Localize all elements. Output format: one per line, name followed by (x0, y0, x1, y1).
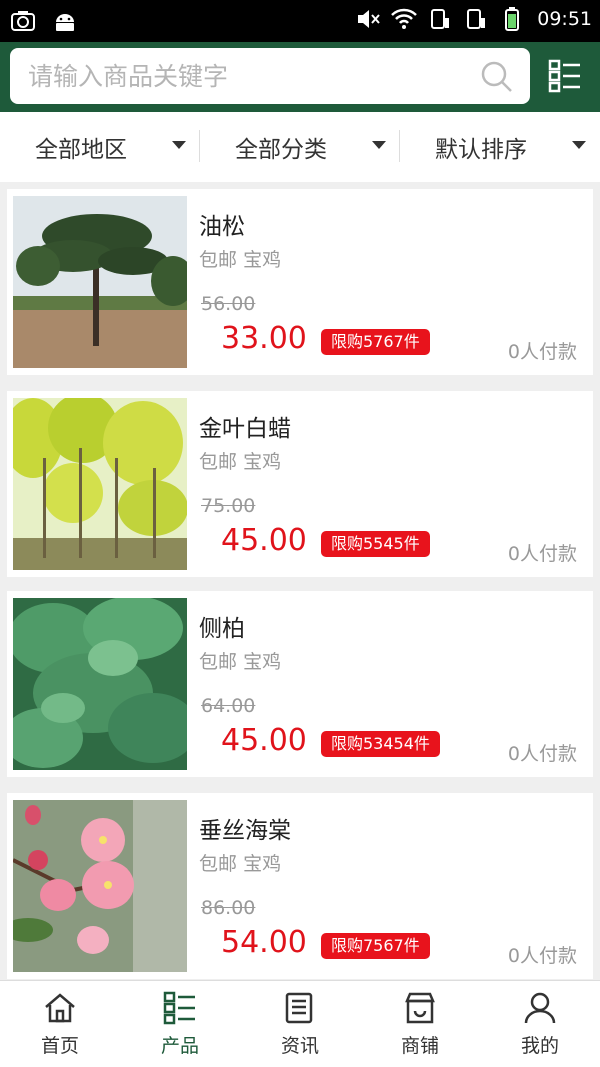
buyer-count: 0人付款 (507, 945, 577, 967)
product-name: 油松 (199, 214, 245, 240)
filter-category[interactable]: 全部分类 (200, 112, 400, 182)
product-card[interactable]: 侧柏 包邮 宝鸡 64.00 45.00 限购53454件 0人付款 (7, 591, 593, 777)
nav-store[interactable]: 商铺 (360, 981, 480, 1067)
product-meta: 包邮 宝鸡 (199, 447, 281, 474)
product-meta: 包邮 宝鸡 (199, 849, 281, 876)
product-image (13, 598, 187, 770)
purchase-limit-badge: 限购5767件 (321, 329, 430, 355)
top-header (0, 42, 600, 112)
nav-me-label: 我的 (520, 1035, 559, 1057)
filter-sort-label: 默认排序 (435, 137, 527, 163)
search-bar[interactable] (10, 48, 530, 104)
nav-me[interactable]: 我的 (480, 981, 600, 1067)
shipping-tag: 包邮 (199, 853, 238, 875)
search-icon[interactable] (480, 60, 514, 94)
product-image (13, 398, 187, 570)
sale-price: 54.00 (221, 925, 307, 960)
buyer-count: 0人付款 (507, 341, 577, 363)
android-icon (56, 14, 74, 31)
dropdown-caret-icon (372, 141, 386, 149)
filter-region[interactable]: 全部地区 (0, 112, 200, 182)
nav-products[interactable]: 产品 (120, 981, 240, 1067)
filter-bar: 全部地区 全部分类 默认排序 (0, 112, 600, 182)
category-menu-icon[interactable] (548, 58, 582, 94)
bottom-nav: 首页 产品 资讯 商铺 我的 (0, 980, 600, 1067)
product-meta: 包邮 宝鸡 (199, 245, 281, 272)
original-price: 56.00 (201, 293, 256, 315)
shipping-tag: 包邮 (199, 249, 238, 271)
sale-price: 45.00 (221, 723, 307, 758)
dropdown-caret-icon (172, 141, 186, 149)
product-list-icon (163, 991, 195, 1025)
product-card[interactable]: 垂丝海棠 包邮 宝鸡 86.00 54.00 限购7567件 0人付款 (7, 793, 593, 979)
store-icon (405, 992, 435, 1024)
dropdown-caret-icon (572, 141, 586, 149)
status-bar: 09:51 (0, 0, 600, 42)
product-image (13, 196, 187, 368)
sim2-signal-icon (467, 9, 486, 29)
filter-category-label: 全部分类 (235, 137, 327, 163)
original-price: 64.00 (201, 695, 256, 717)
purchase-limit-badge: 限购53454件 (321, 731, 440, 757)
nav-home-label: 首页 (40, 1035, 79, 1057)
purchase-limit-badge: 限购7567件 (321, 933, 430, 959)
filter-sort[interactable]: 默认排序 (400, 112, 600, 182)
sale-price: 33.00 (221, 321, 307, 356)
filter-region-label: 全部地区 (35, 137, 127, 163)
product-name: 金叶白蜡 (199, 416, 291, 442)
nav-home[interactable]: 首页 (0, 981, 120, 1067)
original-price: 75.00 (201, 495, 256, 517)
nav-news-label: 资讯 (280, 1035, 319, 1057)
home-icon (45, 993, 75, 1023)
product-name: 侧柏 (199, 616, 245, 642)
user-icon (524, 992, 556, 1024)
wifi-icon (391, 8, 418, 29)
mute-icon (358, 10, 380, 28)
battery-icon (505, 7, 520, 31)
product-image (13, 800, 187, 972)
city-tag: 宝鸡 (243, 853, 282, 875)
buyer-count: 0人付款 (507, 543, 577, 565)
product-name: 垂丝海棠 (199, 818, 291, 844)
sim1-signal-icon (431, 9, 450, 29)
product-meta: 包邮 宝鸡 (199, 647, 281, 674)
city-tag: 宝鸡 (243, 249, 282, 271)
clock: 09:51 (537, 8, 592, 30)
nav-products-label: 产品 (160, 1035, 199, 1057)
city-tag: 宝鸡 (243, 451, 282, 473)
screenshot-icon (11, 11, 35, 31)
product-card[interactable]: 油松 包邮 宝鸡 56.00 33.00 限购5767件 0人付款 (7, 189, 593, 375)
city-tag: 宝鸡 (243, 651, 282, 673)
buyer-count: 0人付款 (507, 743, 577, 765)
product-card[interactable]: 金叶白蜡 包邮 宝鸡 75.00 45.00 限购5545件 0人付款 (7, 391, 593, 577)
nav-news[interactable]: 资讯 (240, 981, 360, 1067)
purchase-limit-badge: 限购5545件 (321, 531, 430, 557)
search-input[interactable] (28, 58, 468, 94)
news-icon (285, 992, 313, 1024)
shipping-tag: 包邮 (199, 451, 238, 473)
shipping-tag: 包邮 (199, 651, 238, 673)
sale-price: 45.00 (221, 523, 307, 558)
nav-store-label: 商铺 (400, 1035, 439, 1057)
original-price: 86.00 (201, 897, 256, 919)
